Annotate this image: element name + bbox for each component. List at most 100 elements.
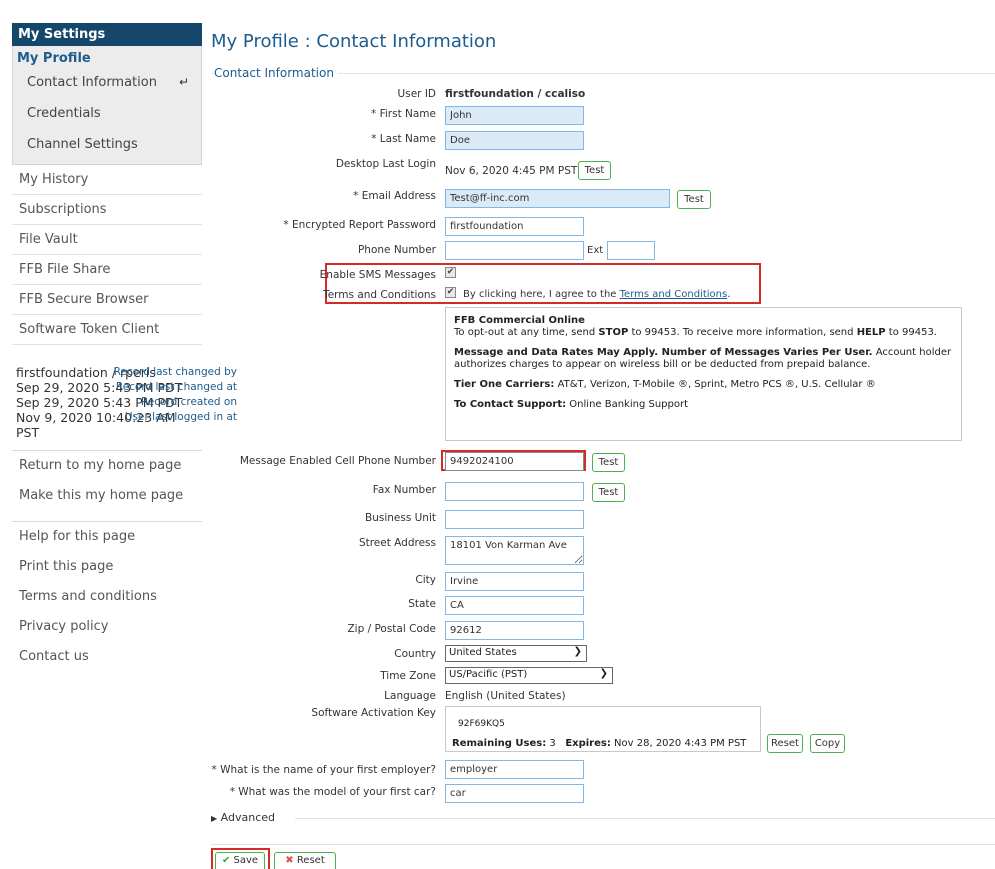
print-link[interactable]: Print this page <box>12 552 202 582</box>
email-input[interactable] <box>445 189 670 208</box>
timezone-label: Time Zone <box>380 670 436 682</box>
fax-input[interactable] <box>445 482 584 501</box>
sidebar-profile-section: My Profile Contact Information ↵ Credent… <box>12 46 202 165</box>
expires-value: Nov 28, 2020 4:43 PM PST <box>614 738 747 749</box>
sidebar-item-subscriptions[interactable]: Subscriptions <box>12 195 202 225</box>
chevron-down-icon: ❯ <box>599 668 608 679</box>
country-selected-value: United States <box>449 647 517 658</box>
email-label: * Email Address <box>353 190 436 202</box>
state-input[interactable] <box>445 596 584 615</box>
sms-box-heading: FFB Commercial Online <box>454 315 585 326</box>
contact-us-link[interactable]: Contact us <box>12 642 202 672</box>
business-unit-label: Business Unit <box>364 512 436 524</box>
help-link[interactable]: Help for this page <box>12 522 202 552</box>
privacy-link[interactable]: Privacy policy <box>12 612 202 642</box>
first-name-input[interactable] <box>445 106 584 125</box>
sms-optout-text: to 99453. To receive more information, s… <box>631 327 854 338</box>
employer-answer-input[interactable] <box>445 760 584 779</box>
sidebar-item-contact-information[interactable]: Contact Information ↵ <box>13 67 201 98</box>
zip-label: Zip / Postal Code <box>347 623 436 635</box>
activation-reset-button[interactable]: Reset <box>767 734 803 753</box>
sms-optout-text: To opt-out at any time, send <box>454 327 596 338</box>
caret-right-icon: ▶ <box>211 814 218 823</box>
city-label: City <box>415 574 436 586</box>
activation-copy-button[interactable]: Copy <box>810 734 845 753</box>
report-password-input[interactable] <box>445 217 584 236</box>
sms-help-keyword: HELP <box>856 327 886 338</box>
meta-label: Record last changed at <box>115 381 237 393</box>
ext-input[interactable] <box>607 241 655 260</box>
fax-test-button[interactable]: Test <box>592 483 625 502</box>
language-value: English (United States) <box>445 690 566 702</box>
return-home-link[interactable]: Return to my home page <box>12 451 202 481</box>
user-id-label: User ID <box>397 88 436 100</box>
terms-checkbox[interactable]: ✔ <box>445 287 456 298</box>
country-select[interactable]: United States ❯ <box>445 645 587 662</box>
advanced-label: Advanced <box>220 811 275 824</box>
make-home-link[interactable]: Make this my home page <box>12 481 202 511</box>
chevron-down-icon: ❯ <box>573 646 582 657</box>
page-title: My Profile : Contact Information <box>211 31 497 52</box>
return-arrow-icon: ↵ <box>178 75 189 89</box>
car-answer-input[interactable] <box>445 784 584 803</box>
cell-phone-input[interactable] <box>445 452 584 471</box>
cell-phone-test-button[interactable]: Test <box>592 453 625 472</box>
fax-label: Fax Number <box>372 484 436 496</box>
sidebar-item-file-vault[interactable]: File Vault <box>12 225 202 255</box>
sms-carriers-text: AT&T, Verizon, T-Mobile ®, Sprint, Metro… <box>557 379 876 390</box>
street-label: Street Address <box>358 537 436 549</box>
activation-key-info: Remaining Uses: 3 Expires: Nov 28, 2020 … <box>452 738 746 749</box>
fieldset-legend: Contact Information <box>214 66 338 80</box>
activation-key-label: Software Activation Key <box>311 707 436 719</box>
save-button[interactable]: ✔ Save <box>215 852 265 869</box>
save-button-label: Save <box>233 855 259 866</box>
meta-label: User last logged in at <box>124 411 237 423</box>
terms-link[interactable]: Terms and conditions <box>12 582 202 612</box>
desktop-login-label: Desktop Last Login <box>335 158 436 170</box>
business-unit-input[interactable] <box>445 510 584 529</box>
user-id-value: firstfoundation / ccaliso <box>445 88 586 100</box>
sidebar-profile-title[interactable]: My Profile <box>13 51 201 67</box>
help-links: Help for this page Print this page Terms… <box>12 521 202 672</box>
meta-label: Record last changed by <box>113 366 237 378</box>
timezone-selected-value: US/Pacific (PST) <box>449 669 528 680</box>
street-textarea[interactable]: 18101 Von Karman Ave <box>445 536 584 565</box>
enable-sms-checkbox[interactable]: ✔ <box>445 267 456 278</box>
last-name-input[interactable] <box>445 131 584 150</box>
zip-input[interactable] <box>445 621 584 640</box>
report-password-label: * Encrypted Report Password <box>283 219 436 231</box>
last-name-label: * Last Name <box>371 133 436 145</box>
sms-disclosure-box: FFB Commercial Online To opt-out at any … <box>445 307 962 441</box>
city-input[interactable] <box>445 572 584 591</box>
sidebar-item-ffb-file-share[interactable]: FFB File Share <box>12 255 202 285</box>
activation-key-box: 92F69KQ5 Remaining Uses: 3 Expires: Nov … <box>445 706 761 752</box>
state-label: State <box>408 598 436 610</box>
employer-question-label: * What is the name of your first employe… <box>211 764 436 776</box>
sidebar: My Settings My Profile Contact Informati… <box>12 23 237 672</box>
email-test-button[interactable]: Test <box>677 190 711 209</box>
advanced-toggle[interactable]: ▶ Advanced <box>211 811 275 824</box>
sidebar-item-software-token-client[interactable]: Software Token Client <box>12 315 202 345</box>
sms-rates-heading: Message and Data Rates May Apply. Number… <box>454 347 873 358</box>
activation-key-value: 92F69KQ5 <box>458 719 505 729</box>
desktop-login-value: Nov 6, 2020 4:45 PM PST <box>445 165 578 177</box>
timezone-select[interactable]: US/Pacific (PST) ❯ <box>445 667 613 684</box>
checkmark-icon: ✔ <box>221 855 231 866</box>
sidebar-item-channel-settings[interactable]: Channel Settings <box>13 129 201 160</box>
reset-form-button-label: Reset <box>296 855 325 866</box>
terms-period: . <box>727 289 731 300</box>
sidebar-item-my-history[interactable]: My History <box>12 165 202 195</box>
terms-and-conditions-link[interactable]: Terms and Conditions <box>620 289 728 300</box>
reset-form-button[interactable]: ✖ Reset <box>274 852 336 869</box>
sidebar-header: My Settings <box>12 23 202 46</box>
desktop-login-test-button[interactable]: Test <box>578 161 611 180</box>
sidebar-item-ffb-secure-browser[interactable]: FFB Secure Browser <box>12 285 202 315</box>
sidebar-item-credentials[interactable]: Credentials <box>13 98 201 129</box>
terms-agreement-prefix: By clicking here, I agree to the <box>463 289 617 300</box>
home-links: Return to my home page Make this my home… <box>12 450 202 511</box>
car-question-label: * What was the model of your first car? <box>229 786 436 798</box>
ext-label: Ext <box>587 245 604 256</box>
phone-input[interactable] <box>445 241 584 260</box>
sidebar-item-label: Contact Information <box>27 75 157 90</box>
terms-agreement-text: By clicking here, I agree to the Terms a… <box>463 289 730 300</box>
